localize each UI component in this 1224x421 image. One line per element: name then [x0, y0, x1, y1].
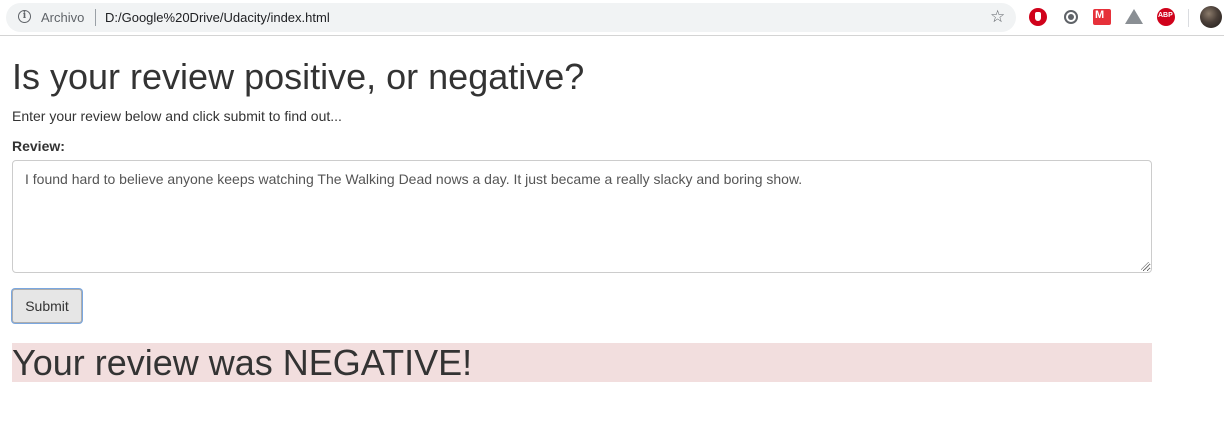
review-text: I found hard to believe anyone keeps wat…	[25, 171, 803, 187]
browser-toolbar: i Archivo D:/Google%20Drive/Udacity/inde…	[0, 0, 1224, 36]
m-extension-icon[interactable]: M	[1093, 9, 1111, 25]
page-subtitle: Enter your review below and click submit…	[12, 108, 342, 124]
result-banner: Your review was NEGATIVE!	[12, 343, 1152, 382]
submit-button[interactable]: Submit	[12, 289, 82, 323]
circle-extension-icon[interactable]	[1062, 8, 1080, 26]
hand-stop-extension-icon[interactable]	[1029, 8, 1047, 26]
abp-label: ABP	[1158, 12, 1173, 19]
result-text: Your review was NEGATIVE!	[12, 342, 473, 383]
profile-avatar[interactable]	[1200, 6, 1222, 28]
drive-extension-icon[interactable]	[1125, 9, 1143, 24]
review-label: Review:	[12, 138, 65, 154]
star-icon[interactable]: ☆	[990, 7, 1005, 27]
m-extension-label: M	[1095, 9, 1105, 21]
address-bar[interactable]: i Archivo D:/Google%20Drive/Udacity/inde…	[6, 3, 1016, 32]
info-icon[interactable]: i	[18, 10, 31, 23]
security-label: Archivo	[41, 10, 85, 25]
toolbar-divider	[1188, 9, 1189, 27]
url-text[interactable]: D:/Google%20Drive/Udacity/index.html	[105, 10, 330, 25]
page-title: Is your review positive, or negative?	[12, 56, 585, 97]
review-textarea[interactable]: I found hard to believe anyone keeps wat…	[12, 160, 1152, 273]
resize-handle-icon[interactable]	[1141, 262, 1149, 270]
address-divider	[95, 9, 96, 26]
adblock-plus-icon[interactable]: ABP	[1157, 8, 1175, 26]
